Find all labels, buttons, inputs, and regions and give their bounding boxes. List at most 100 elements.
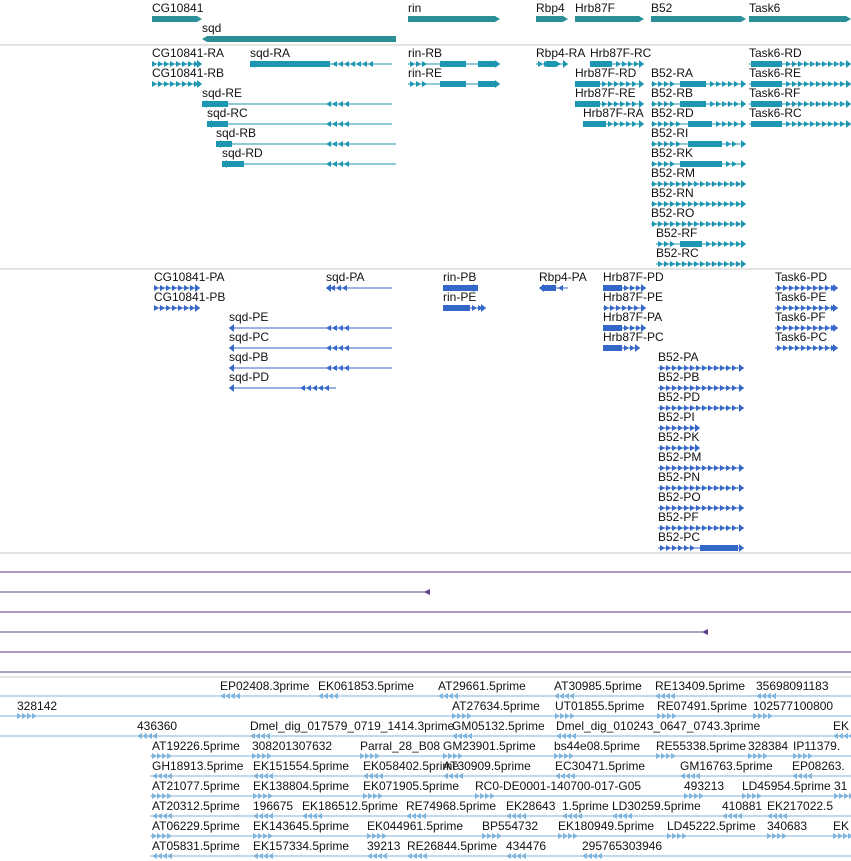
transcript-Hrb87F-RA-label: Hrb87F-RA [583,106,644,120]
est-label: AT19226.5prime [152,739,240,753]
est-label: 340683 [767,819,807,833]
protein-Task6-PC[interactable]: Task6-PC [775,330,838,352]
protein-B52-PC[interactable]: B52-PC [658,530,744,552]
protein-B52-PB[interactable]: B52-PB [658,370,744,392]
est-label: GH18913.5prime [152,759,244,773]
transcript-B52-RC[interactable]: B52-RC [656,246,746,268]
est-feature[interactable]: EK [833,819,851,839]
protein-Hrb87F-PD[interactable]: Hrb87F-PD [603,270,664,292]
est-label: RE74968.5prime [406,799,496,813]
est-label: EK151554.5prime [253,759,349,773]
protein-B52-PD[interactable]: B52-PD [658,390,744,412]
gene-Rbp4[interactable]: Rbp4 [536,1,568,22]
transcript-Task6-RE[interactable]: Task6-RE [749,66,851,88]
alignment-line[interactable] [0,629,708,635]
gene-Hrb87F[interactable]: Hrb87F [575,1,644,22]
est-label: EK [833,719,849,733]
est-label: 295765303946 [582,839,662,853]
protein-B52-PK[interactable]: B52-PK [658,430,700,452]
est-label: AT21077.5prime [152,779,240,793]
protein-Hrb87F-PC[interactable]: Hrb87F-PC [603,330,664,352]
transcript-B52-RD[interactable]: B52-RD [651,106,746,128]
transcript-B52-RB[interactable]: B52-RB [651,86,746,108]
est-row: AT21077.5prime EK138804.5prime EK071905.5p… [150,779,851,799]
protein-Rbp4-PA[interactable]: Rbp4-PA [539,270,587,292]
protein-sqd-PB[interactable]: sqd-PB [229,350,392,372]
transcript-B52-RF-label: B52-RF [656,226,697,240]
protein-B52-PI[interactable]: B52-PI [658,410,700,432]
transcript-rin-RB[interactable]: rin-RB [408,46,500,68]
transcript-sqd-RA[interactable]: sqd-RA [250,46,392,68]
transcript-Task6-RD[interactable]: Task6-RD [749,46,851,68]
transcript-Task6-RF[interactable]: Task6-RF [749,86,851,108]
protein-sqd-PE-label: sqd-PE [229,310,268,324]
transcript-B52-RA[interactable]: B52-RA [651,66,746,88]
est-feature[interactable]: 31 [834,779,851,799]
transcript-Rbp4-RA[interactable]: Rbp4-RA [536,46,585,68]
protein-CG10841-PB-label: CG10841-PB [154,290,225,304]
protein-Task6-PF[interactable]: Task6-PF [775,310,838,332]
transcript-B52-RN[interactable]: B52-RN [651,186,746,208]
protein-Task6-PD[interactable]: Task6-PD [775,270,838,292]
transcript-B52-RM[interactable]: B52-RM [651,166,746,188]
est-label: EK186512.5prime [302,799,398,813]
transcript-sqd-RB[interactable]: sqd-RB [216,126,396,148]
gene-sqd[interactable]: sqd [202,21,396,42]
est-label: AT20312.5prime [152,799,240,813]
est-feature[interactable]: EK [833,719,851,739]
transcript-CG10841-RA[interactable]: CG10841-RA [152,46,224,68]
gene-CG10841[interactable]: CG10841 [152,1,204,22]
protein-rin-PB[interactable]: rin-PB [443,270,478,292]
protein-rin-PE[interactable]: rin-PE [443,290,486,312]
protein-sqd-PE[interactable]: sqd-PE [229,310,392,332]
est-label: EK138804.5prime [253,779,349,793]
protein-CG10841-PB[interactable]: CG10841-PB [154,290,225,312]
protein-B52-PM[interactable]: B52-PM [658,450,744,472]
protein-B52-PN[interactable]: B52-PN [658,470,744,492]
transcript-B52-RI[interactable]: B52-RI [651,126,746,148]
transcript-Task6-RF-label: Task6-RF [749,86,800,100]
gene-rin[interactable]: rin [408,1,500,22]
est-row: 328142 AT27634.5prime UT01855.5prime RE0749… [0,699,851,719]
protein-B52-PA[interactable]: B52-PA [658,350,744,372]
alignment-line[interactable] [0,589,430,595]
transcript-sqd-RE[interactable]: sqd-RE [202,86,392,108]
protein-sqd-PC[interactable]: sqd-PC [229,330,392,352]
transcript-CG10841-RB[interactable]: CG10841-RB [152,66,224,88]
transcript-B52-RF[interactable]: B52-RF [656,226,746,248]
transcript-sqd-RD[interactable]: sqd-RD [222,146,396,168]
transcript-sqd-RC[interactable]: sqd-RC [207,106,392,128]
transcript-rin-RE[interactable]: rin-RE [408,66,500,88]
transcript-Hrb87F-RA[interactable]: Hrb87F-RA [583,106,644,128]
est-label: AT30985.5prime [554,679,642,693]
transcript-Hrb87F-RC[interactable]: Hrb87F-RC [590,46,652,68]
transcript-B52-RO[interactable]: B52-RO [651,206,746,228]
gene-Task6[interactable]: Task6 [749,1,851,22]
est-label: Dmel_dig_017579_0719_1414.3prime [250,719,454,733]
transcript-Hrb87F-RE[interactable]: Hrb87F-RE [575,86,644,108]
protein-sqd-PB-label: sqd-PB [229,350,268,364]
protein-B52-PA-label: B52-PA [658,350,698,364]
gene-label: Task6 [749,1,781,15]
transcript-Hrb87F-RD[interactable]: Hrb87F-RD [575,66,644,88]
protein-Hrb87F-PA[interactable]: Hrb87F-PA [603,310,662,332]
est-label: RE55338.5prime [656,739,746,753]
transcript-Task6-RC[interactable]: Task6-RC [749,106,851,128]
transcript-B52-RI-label: B52-RI [651,126,688,140]
protein-CG10841-PA[interactable]: CG10841-PA [154,270,224,292]
protein-B52-PO-label: B52-PO [658,490,701,504]
transcript-Hrb87F-RE-label: Hrb87F-RE [575,86,636,100]
protein-sqd-PA[interactable]: sqd-PA [326,270,392,292]
transcript-sqd-RE-label: sqd-RE [202,86,242,100]
protein-sqd-PD[interactable]: sqd-PD [229,370,336,392]
protein-Hrb87F-PE[interactable]: Hrb87F-PE [603,290,663,312]
transcript-B52-RK[interactable]: B52-RK [651,146,746,168]
transcript-B52-RA-label: B52-RA [651,66,693,80]
protein-B52-PF[interactable]: B52-PF [658,510,744,532]
protein-sqd-PC-label: sqd-PC [229,330,269,344]
gene-B52[interactable]: B52 [651,1,746,22]
protein-B52-PO[interactable]: B52-PO [658,490,744,512]
est-label: 436360 [137,719,177,733]
est-label: bs44e08.5prime [554,739,640,753]
protein-Task6-PE[interactable]: Task6-PE [775,290,838,312]
